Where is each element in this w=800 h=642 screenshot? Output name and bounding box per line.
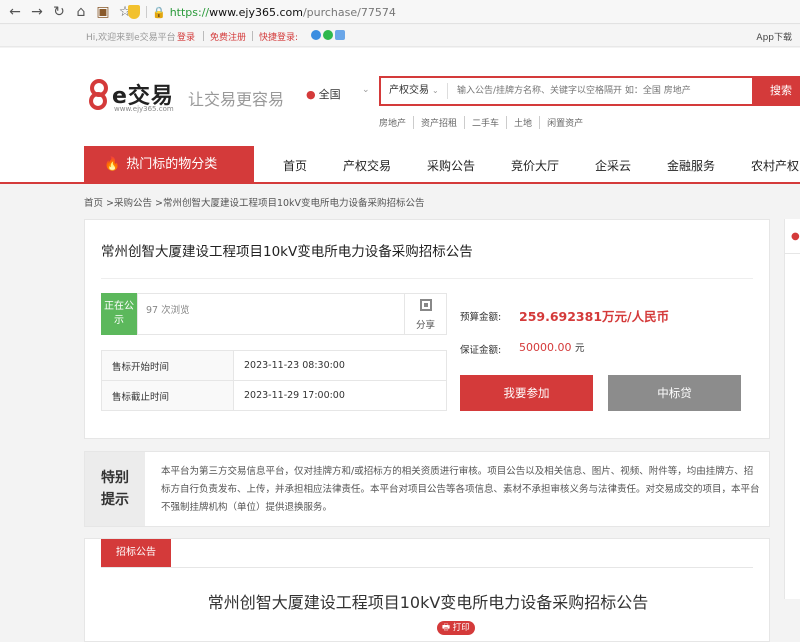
qr-code-icon [419,299,432,311]
sidebar-accent: ● [791,231,800,242]
reload-icon[interactable]: ↻ [48,1,70,23]
share-label: 分享 [415,320,435,331]
budget-label: 预算金额: [460,312,502,323]
table-key: 售标开始时间 [101,350,234,381]
tab-announcement[interactable]: 招标公告 [101,539,171,567]
nav-item-rural[interactable]: 农村产权 [751,157,799,174]
category-menu-button[interactable]: 🔥 热门标的物分类 [84,146,254,184]
search-category-select[interactable]: 产权交易 ⌄ [389,83,448,99]
logo-url: www.ejy365.com [114,105,174,113]
deposit-value-wrap: 50000.00 元 [519,340,585,354]
share-button[interactable]: 分享 [404,294,446,334]
table-key: 售标截止时间 [101,380,234,411]
login-link[interactable]: 登录 [177,30,195,43]
address-bar[interactable]: 🔒 https://www.ejy365.com/purchase/77574 [152,3,396,21]
app-download-link[interactable]: App下载 [756,30,792,43]
quick-login-label: 快捷登录: [259,33,299,43]
divider [101,278,753,279]
special-notice: 特别提示 本平台为第三方交易信息平台，仅对挂牌方和/或招标方的相关资质进行审核。… [84,451,770,527]
print-button[interactable]: 🖶 打印 [437,621,475,635]
region-selector[interactable]: ● 全国 [306,86,341,102]
chevron-down-icon[interactable]: ⌄ [362,85,370,95]
nav-item-home[interactable]: 首页 [283,157,307,174]
url-protocol: https:// [169,5,210,19]
search-category-label: 产权交易 [389,85,429,96]
table-row: 售标开始时间 2023-11-23 08:30:00 [101,350,447,381]
divider [252,31,253,41]
announcement-title: 常州创智大厦建设工程项目10kV变电所电力设备采购招标公告 [207,593,649,612]
hot-link[interactable]: 闲置资产 [540,116,590,129]
hot-link[interactable]: 土地 [507,116,541,129]
time-table: 售标开始时间 2023-11-23 08:30:00 售标截止时间 2023-1… [101,350,447,411]
shield-icon[interactable] [128,5,140,19]
view-count: 97 次浏览 [146,305,190,316]
forward-arrow-icon[interactable]: → [26,1,48,23]
nav-item-enterprise[interactable]: 企采云 [595,157,631,174]
register-link[interactable]: 免费注册 [210,30,246,43]
nav-item-purchase[interactable]: 采购公告 [427,157,475,174]
extension-icon[interactable]: ▣ [92,1,114,23]
mobile-icon[interactable] [335,30,345,40]
home-icon[interactable]: ⌂ [70,1,92,23]
url-path: /purchase/77574 [302,5,396,19]
table-row: 售标截止时间 2023-11-29 17:00:00 [101,380,447,411]
back-arrow-icon[interactable]: ← [4,1,26,23]
deposit-label: 保证金额: [460,345,502,356]
qq-icon[interactable] [311,30,321,40]
nav-item-finance[interactable]: 金融服务 [667,157,715,174]
search-button[interactable]: 搜索 [752,78,800,104]
divider [785,253,800,254]
main-nav: 🔥 热门标的物分类 首页 产权交易 采购公告 竞价大厅 企采云 金融服务 农村产权 [0,146,800,184]
hot-links: 房地产 资产招租 二手车 土地 闲置资产 [379,116,590,129]
divider [146,6,147,18]
region-label: 全国 [318,88,341,101]
status-badge: 正在公示 [101,293,137,335]
breadcrumb[interactable]: 首页 >采购公告 >常州创智大厦建设工程项目10kV变电所电力设备采购招标公告 [84,195,425,209]
search-bar: 产权交易⌄ 搜索 [379,76,800,106]
search-input[interactable] [457,82,757,100]
print-label: 打印 [452,623,470,633]
top-info-bar: Hi,欢迎来到e交易平台 登录 免费注册 快捷登录: App下载 [0,25,800,47]
detail-card: 常州创智大厦建设工程项目10kV变电所电力设备采购招标公告 正在公示 97 次浏… [84,219,770,439]
url-host: www.ejy365.com [209,5,303,19]
table-value: 2023-11-29 17:00:00 [233,380,447,411]
divider [203,31,204,41]
notice-title-line: 提示 [101,492,129,508]
notice-body: 本平台为第三方交易信息平台，仅对挂牌方和/或招标方的相关资质进行审核。项目公告以… [161,466,760,513]
budget-value: 259.692381万元/人民币 [519,309,670,324]
hot-link[interactable]: 房地产 [379,116,415,129]
location-pin-icon: ● [306,88,316,101]
page-title: 常州创智大厦建设工程项目10kV变电所电力设备采购招标公告 [101,244,473,260]
fire-icon: 🔥 [104,157,121,172]
lock-icon: 🔒 [152,5,166,19]
announcement-section: 招标公告 常州创智大厦建设工程项目10kV变电所电力设备采购招标公告 🖶 打印 [84,538,770,642]
views-box: 97 次浏览 分享 [137,293,447,335]
wechat-icon[interactable] [323,30,333,40]
logo-icon[interactable] [86,78,112,110]
winning-bid-loan-button[interactable]: 中标贷 [608,375,741,411]
site-header: e交易 www.ejy365.com 让交易更容易 ●全国 ⌄ 产权交易⌄ 搜索… [0,48,800,146]
table-value: 2023-11-23 08:30:00 [233,350,447,381]
nav-item-equity[interactable]: 产权交易 [343,157,391,174]
right-sidebar: ● [784,219,800,599]
notice-title-line: 特别 [101,470,129,486]
hot-link[interactable]: 资产招租 [414,116,466,129]
divider [101,567,753,568]
nav-item-auction[interactable]: 竞价大厅 [511,157,559,174]
deposit-value: 50000.00 [519,341,572,354]
join-button[interactable]: 我要参加 [460,375,593,411]
hot-link[interactable]: 二手车 [465,116,508,129]
category-menu-label: 热门标的物分类 [126,157,218,172]
welcome-text: Hi,欢迎来到e交易平台 [86,33,176,43]
notice-title: 特别 提示 [85,452,145,526]
browser-toolbar: ← → ↻ ⌂ ▣ ☆ 🔒 https://www.ejy365.com/pur… [0,0,800,24]
deposit-unit: 元 [575,343,585,354]
chevron-down-icon: ⌄ [432,86,439,95]
slogan: 让交易更容易 [188,90,285,109]
